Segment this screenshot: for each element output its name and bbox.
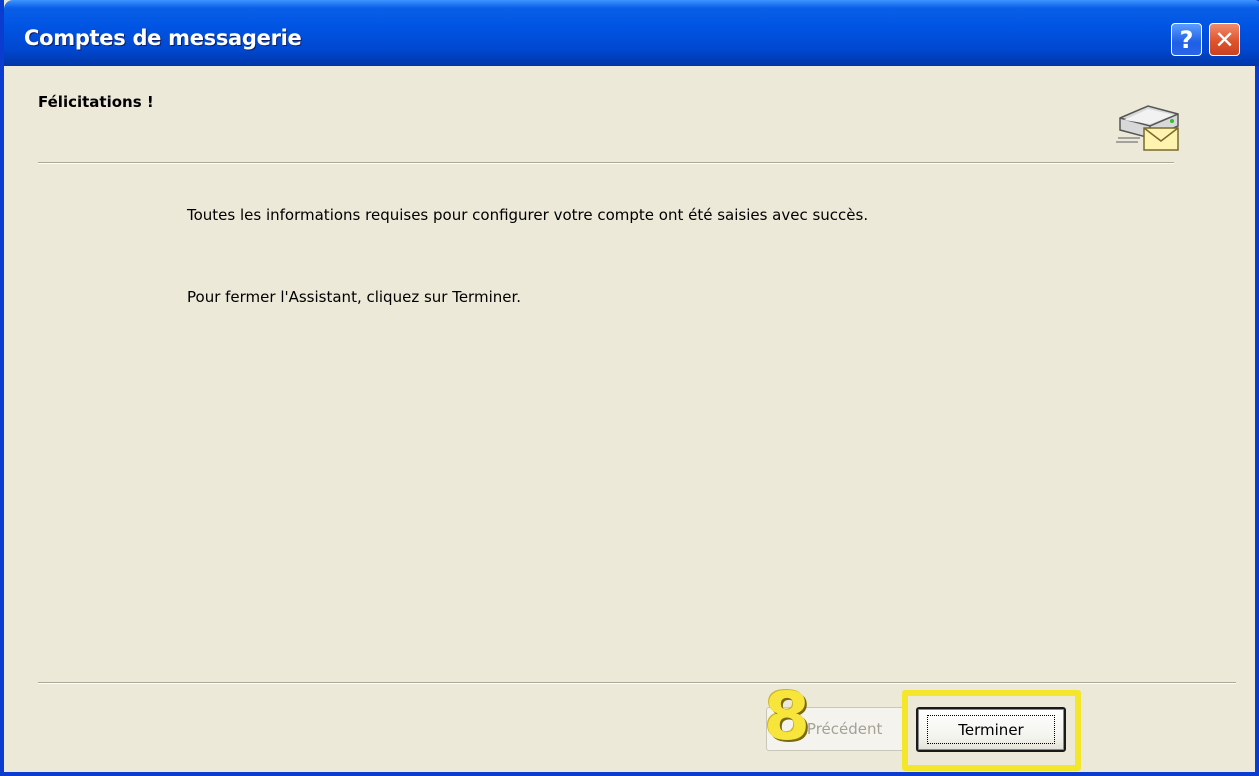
step-number-badge: 8 <box>764 678 810 755</box>
wizard-window: Comptes de messagerie ? ✕ Félicitations … <box>0 0 1259 776</box>
window-title: Comptes de messagerie <box>24 26 302 50</box>
footer-divider <box>38 682 1236 684</box>
close-instruction: Pour fermer l'Assistant, cliquez sur Ter… <box>187 288 522 306</box>
page-heading: Félicitations ! <box>38 93 154 111</box>
close-icon: ✕ <box>1214 25 1235 54</box>
mail-server-icon <box>1116 105 1179 151</box>
title-bar[interactable]: Comptes de messagerie ? ✕ <box>4 0 1259 66</box>
help-button[interactable]: ? <box>1171 23 1202 56</box>
close-button[interactable]: ✕ <box>1209 23 1240 56</box>
highlight-box <box>902 690 1081 771</box>
success-message: Toutes les informations requises pour co… <box>187 206 869 224</box>
help-icon: ? <box>1179 25 1194 54</box>
header-divider <box>38 162 1174 164</box>
